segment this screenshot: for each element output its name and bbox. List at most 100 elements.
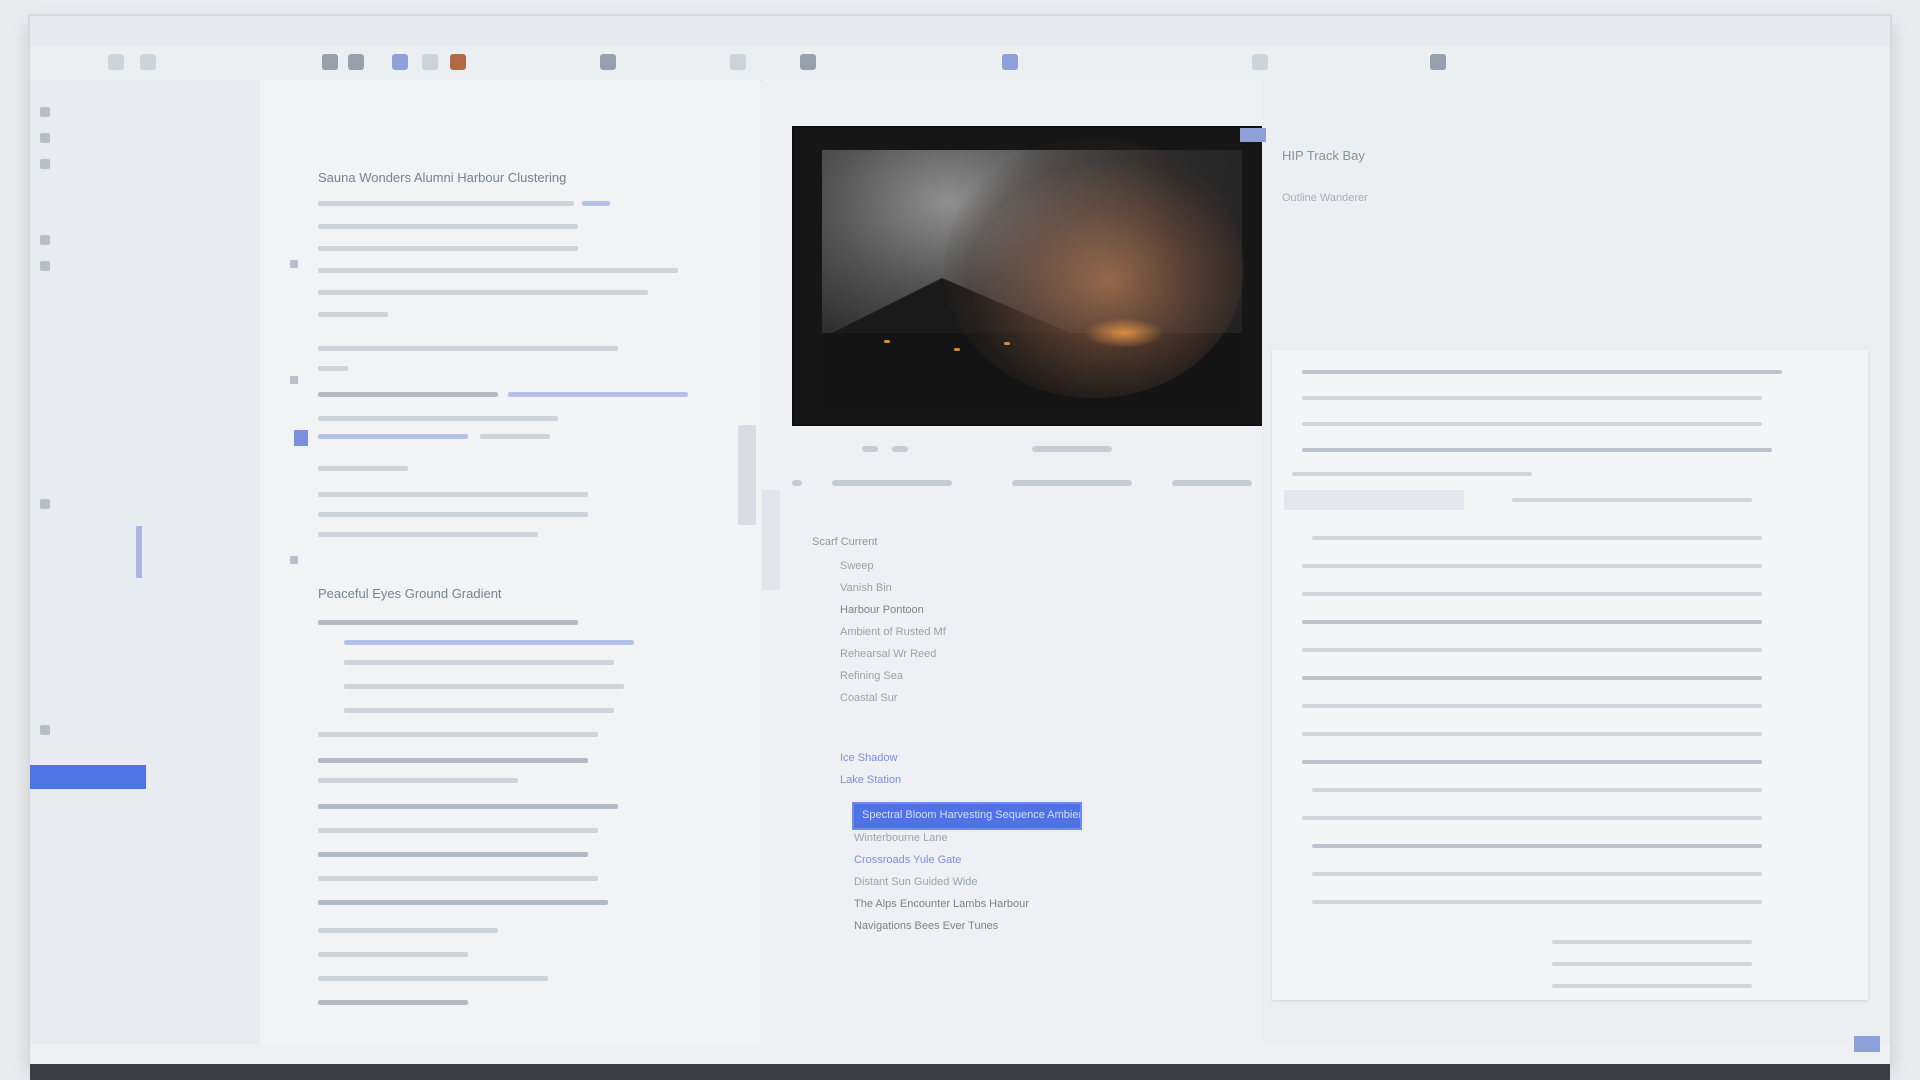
doc-line: [318, 290, 648, 295]
list-icon[interactable]: [348, 54, 364, 70]
desktop-window: Sauna Wonders Alumni Harbour Clustering …: [30, 16, 1890, 1064]
inspector-panel: HIP Track Bay Outline Wanderer: [1240, 80, 1890, 1052]
doc-line: [318, 201, 574, 206]
playlist-item[interactable]: Rehearsal Wr Reed: [840, 648, 936, 660]
doc-line: [318, 852, 588, 857]
doc-line: [318, 532, 538, 537]
bookmark-icon[interactable]: [294, 430, 308, 446]
doc-line: [318, 312, 388, 317]
collapse-icon[interactable]: [290, 260, 298, 268]
panel-resize-handle[interactable]: [762, 490, 780, 590]
tag-icon[interactable]: [422, 54, 438, 70]
playlist-item[interactable]: The Alps Encounter Lambs Harbour: [854, 898, 1029, 910]
playlist-item[interactable]: Navigations Bees Ever Tunes: [854, 920, 998, 932]
doc-line: [318, 492, 588, 497]
file-icon: [40, 261, 50, 271]
playlist-item[interactable]: Crossroads Yule Gate: [854, 854, 961, 866]
playlist-item[interactable]: Ambient of Rusted Mf: [840, 626, 946, 638]
doc-line: [318, 416, 558, 421]
view-icon[interactable]: [392, 54, 408, 70]
file-icon: [40, 725, 50, 735]
doc-line: [318, 512, 588, 517]
video-tree: [944, 138, 1244, 398]
document-pane: Sauna Wonders Alumni Harbour Clustering …: [260, 80, 760, 1044]
sidebar-item[interactable]: [40, 156, 50, 172]
panel-toggle-icon[interactable]: [1430, 54, 1446, 70]
highlighted-text: [1284, 490, 1464, 510]
playlist-item[interactable]: Lake Station: [840, 774, 901, 786]
doc-line: [318, 900, 608, 905]
doc-line: [318, 778, 518, 783]
video-preview[interactable]: [792, 126, 1266, 426]
doc-line: [318, 620, 578, 625]
sidebar-item-selected[interactable]: [30, 765, 146, 789]
sidebar-item[interactable]: [40, 496, 50, 512]
refresh-icon[interactable]: [1252, 54, 1268, 70]
doc-line: [318, 952, 468, 957]
sidebar-item[interactable]: [40, 232, 50, 248]
folder-icon: [40, 159, 50, 169]
sidebar-item[interactable]: [40, 130, 50, 146]
doc-line: [318, 928, 498, 933]
doc-line: [318, 804, 618, 809]
doc-line: [318, 876, 598, 881]
doc-scrollbar[interactable]: [738, 425, 756, 525]
playlist-item-selected[interactable]: Spectral Bloom Harvesting Sequence Ambie…: [852, 802, 1082, 830]
record-icon[interactable]: [450, 54, 466, 70]
doc-line: [318, 366, 348, 371]
collapse-icon[interactable]: [290, 556, 298, 564]
status-indicator[interactable]: [1854, 1036, 1880, 1052]
sidebar-item[interactable]: [40, 104, 50, 120]
document-page: [1272, 350, 1868, 1000]
doc-line: [344, 684, 624, 689]
video-light: [954, 348, 960, 351]
doc-link-line[interactable]: [582, 201, 610, 206]
sidebar-scroll-accent: [136, 526, 142, 578]
forward-icon[interactable]: [140, 54, 156, 70]
playlist-item[interactable]: Coastal Sur: [840, 692, 897, 704]
left-sidebar: [30, 80, 261, 1044]
pin-icon[interactable]: [800, 54, 816, 70]
expand-icon[interactable]: [600, 54, 616, 70]
video-light: [1004, 342, 1010, 345]
grid-icon[interactable]: [322, 54, 338, 70]
doc-line: [318, 976, 548, 981]
doc-line: [318, 828, 598, 833]
inspector-tab[interactable]: [1240, 128, 1266, 142]
window-tab-icon[interactable]: [1002, 54, 1018, 70]
sidebar-item[interactable]: [40, 258, 50, 274]
playlist-item[interactable]: Harbour Pontoon: [840, 604, 924, 616]
sidebar-item-label: [30, 765, 146, 775]
media-viewer: Scarf Current Sweep Vanish Bin Harbour P…: [762, 80, 1266, 1044]
playlist-item[interactable]: Distant Sun Guided Wide: [854, 876, 978, 888]
doc-heading: Sauna Wonders Alumni Harbour Clustering: [318, 170, 567, 185]
doc-line: [344, 660, 614, 665]
file-icon: [40, 499, 50, 509]
timeline[interactable]: [792, 480, 1262, 494]
sidebar-item[interactable]: [40, 722, 50, 738]
file-icon: [40, 235, 50, 245]
doc-line: [344, 708, 614, 713]
playlist-title: Scarf Current: [812, 536, 878, 548]
inspector-title: HIP Track Bay: [1282, 148, 1365, 163]
doc-link-line[interactable]: [344, 640, 634, 645]
doc-line: [318, 732, 598, 737]
selected-item-label: Spectral Bloom Harvesting Sequence Ambie…: [862, 809, 1080, 821]
doc-line: [318, 224, 578, 229]
doc-line: [318, 392, 498, 397]
back-icon[interactable]: [108, 54, 124, 70]
doc-line: [318, 758, 588, 763]
playback-controls[interactable]: [792, 446, 1262, 460]
playlist-item[interactable]: Refining Sea: [840, 670, 903, 682]
doc-link-line[interactable]: [318, 434, 468, 439]
expand-arrow-icon[interactable]: [290, 376, 298, 384]
playlist-item[interactable]: Sweep: [840, 560, 874, 572]
doc-line: [318, 246, 578, 251]
doc-link-line[interactable]: [508, 392, 688, 397]
video-firelight: [1084, 318, 1164, 348]
scroll-icon[interactable]: [730, 54, 746, 70]
playlist-item[interactable]: Ice Shadow: [840, 752, 897, 764]
playlist-item[interactable]: Winterbourne Lane: [854, 832, 948, 844]
folder-icon: [40, 133, 50, 143]
playlist-item[interactable]: Vanish Bin: [840, 582, 892, 594]
